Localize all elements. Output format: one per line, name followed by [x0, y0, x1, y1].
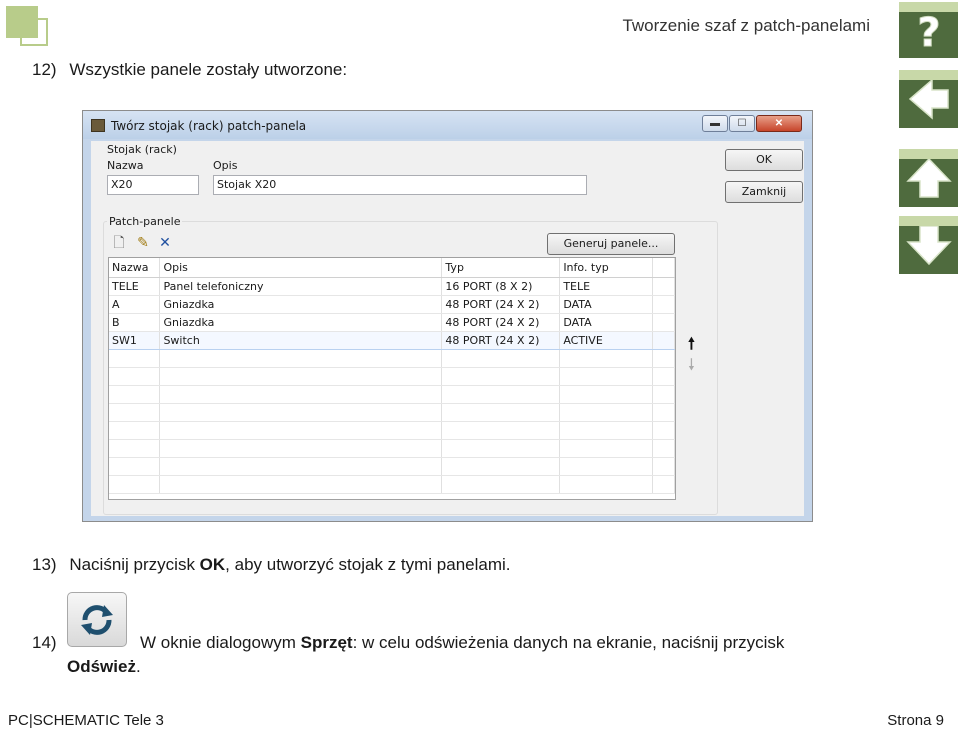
step-13-ok: OK: [199, 555, 226, 574]
close-window-button[interactable]: ✕: [756, 115, 802, 132]
cell-info: DATA: [559, 295, 654, 314]
column-header[interactable]: Opis: [159, 258, 443, 278]
dialog-title: Twórz stojak (rack) patch-panela: [111, 119, 307, 133]
step-13-number: 13): [32, 555, 57, 574]
step-13-text-post: , aby utworzyć stojak z tymi panelami.: [225, 555, 511, 574]
rack-dialog-screenshot: Twórz stojak (rack) patch-panela ▬ ☐ ✕ S…: [82, 110, 813, 522]
cell-empty: [652, 277, 675, 296]
table-row-empty: [109, 475, 675, 494]
question-mark-icon: ?: [916, 10, 940, 53]
table-row-empty: [109, 385, 675, 404]
cell-opis: Gniazdka: [159, 295, 443, 314]
delete-icon[interactable]: ✕: [157, 235, 173, 251]
step-14-sprzet: Sprzęt: [300, 633, 353, 652]
help-button-highlight: [899, 2, 958, 12]
logo-square-outline: [20, 18, 48, 46]
ok-button[interactable]: OK: [725, 149, 803, 171]
cell-info: ACTIVE: [559, 330, 654, 350]
cell-typ: 48 PORT (24 X 2): [441, 295, 561, 314]
patch-panels-table[interactable]: Nazwa Opis Typ Info. typ TELE Panel tele…: [108, 257, 676, 500]
cell-opis: Panel telefoniczny: [159, 277, 443, 296]
step-14-odswiez: Odśwież: [67, 657, 136, 676]
new-document-icon[interactable]: 🗋: [111, 235, 127, 251]
table-row[interactable]: A Gniazdka 48 PORT (24 X 2) DATA: [109, 295, 675, 314]
column-header[interactable]: Typ: [441, 258, 561, 278]
table-row-empty: [109, 457, 675, 476]
cell-opis: Switch: [159, 330, 443, 350]
cell-typ: 48 PORT (24 X 2): [441, 313, 561, 332]
up-button-highlight: [899, 149, 958, 159]
table-row-empty: [109, 403, 675, 422]
table-row-empty: [109, 349, 675, 368]
cell-info: TELE: [559, 277, 654, 296]
step-13-text-pre: Naciśnij przycisk: [69, 555, 200, 574]
step-12: 12) Wszystkie panele zostały utworzone:: [32, 60, 347, 80]
page-down-button[interactable]: [899, 216, 958, 274]
table-row-empty: [109, 367, 675, 386]
down-button-highlight: [899, 216, 958, 226]
move-down-arrow-icon[interactable]: 🠗: [688, 354, 695, 381]
column-header-empty: [652, 258, 675, 278]
table-row[interactable]: TELE Panel telefoniczny 16 PORT (8 X 2) …: [109, 277, 675, 296]
generate-panels-button[interactable]: Generuj panele...: [547, 233, 675, 255]
step-14-line2: Odśwież.: [67, 657, 141, 677]
patch-panels-group-label: Patch-panele: [107, 215, 183, 228]
back-button-highlight: [899, 70, 958, 80]
table-row[interactable]: B Gniazdka 48 PORT (24 X 2) DATA: [109, 313, 675, 332]
maximize-button[interactable]: ☐: [729, 115, 755, 132]
cell-opis: Gniazdka: [159, 313, 443, 332]
arrow-up-icon: [905, 157, 952, 198]
footer-page-number: Strona 9: [887, 712, 944, 729]
help-button[interactable]: ?: [899, 2, 958, 58]
arrow-down-icon: [905, 225, 952, 266]
cell-typ: 48 PORT (24 X 2): [441, 330, 561, 350]
arrow-left-icon: [908, 78, 949, 120]
back-button[interactable]: [899, 70, 958, 128]
step-12-text: Wszystkie panele zostały utworzone:: [69, 60, 348, 79]
rack-group-label: Stojak (rack): [107, 143, 177, 156]
rack-name-field[interactable]: X20: [107, 175, 199, 195]
step-14-line1: W oknie dialogowym Sprzęt: w celu odświe…: [140, 633, 784, 653]
rack-app-icon: [91, 119, 105, 132]
cell-nazwa: A: [109, 295, 161, 314]
cell-empty: [652, 330, 675, 350]
edit-pencil-icon[interactable]: ✎: [135, 235, 151, 251]
nazwa-label: Nazwa: [107, 159, 144, 172]
step-13: 13) Naciśnij przycisk OK, aby utworzyć s…: [32, 555, 511, 575]
step-14-text-mid: : w celu odświeżenia danych na ekranie, …: [352, 633, 785, 652]
step-12-number: 12): [32, 60, 57, 79]
cell-typ: 16 PORT (8 X 2): [441, 277, 561, 296]
cell-info: DATA: [559, 313, 654, 332]
refresh-button[interactable]: [67, 592, 127, 647]
table-row-selected[interactable]: SW1 Switch 48 PORT (24 X 2) ACTIVE: [109, 330, 675, 350]
minimize-button[interactable]: ▬: [702, 115, 728, 132]
dialog-client-area: Stojak (rack) Nazwa Opis X20 Stojak X20 …: [91, 141, 804, 516]
close-button[interactable]: Zamknij: [725, 181, 803, 203]
refresh-icon: [81, 604, 113, 635]
opis-label: Opis: [213, 159, 238, 172]
step-14-text-pre: W oknie dialogowym: [140, 633, 301, 652]
svg-text:?: ?: [917, 10, 940, 52]
table-row-empty: [109, 439, 675, 458]
cell-nazwa: SW1: [109, 330, 161, 350]
cell-nazwa: TELE: [109, 277, 161, 296]
cell-empty: [652, 295, 675, 314]
column-header[interactable]: Nazwa: [109, 258, 161, 278]
dialog-titlebar: Twórz stojak (rack) patch-panela ▬ ☐ ✕: [83, 111, 812, 139]
step-14-number: 14): [32, 633, 57, 652]
step-14-text-post: .: [135, 657, 141, 676]
cell-nazwa: B: [109, 313, 161, 332]
page-up-button[interactable]: [899, 149, 958, 207]
document-title: Tworzenie szaf z patch-panelami: [622, 16, 870, 35]
rack-description-field[interactable]: Stojak X20: [213, 175, 587, 195]
footer-product: PC|SCHEMATIC Tele 3: [8, 712, 164, 729]
table-row-empty: [109, 421, 675, 440]
table-header-row: Nazwa Opis Typ Info. typ: [109, 258, 675, 278]
column-header[interactable]: Info. typ: [559, 258, 654, 278]
cell-empty: [652, 313, 675, 332]
